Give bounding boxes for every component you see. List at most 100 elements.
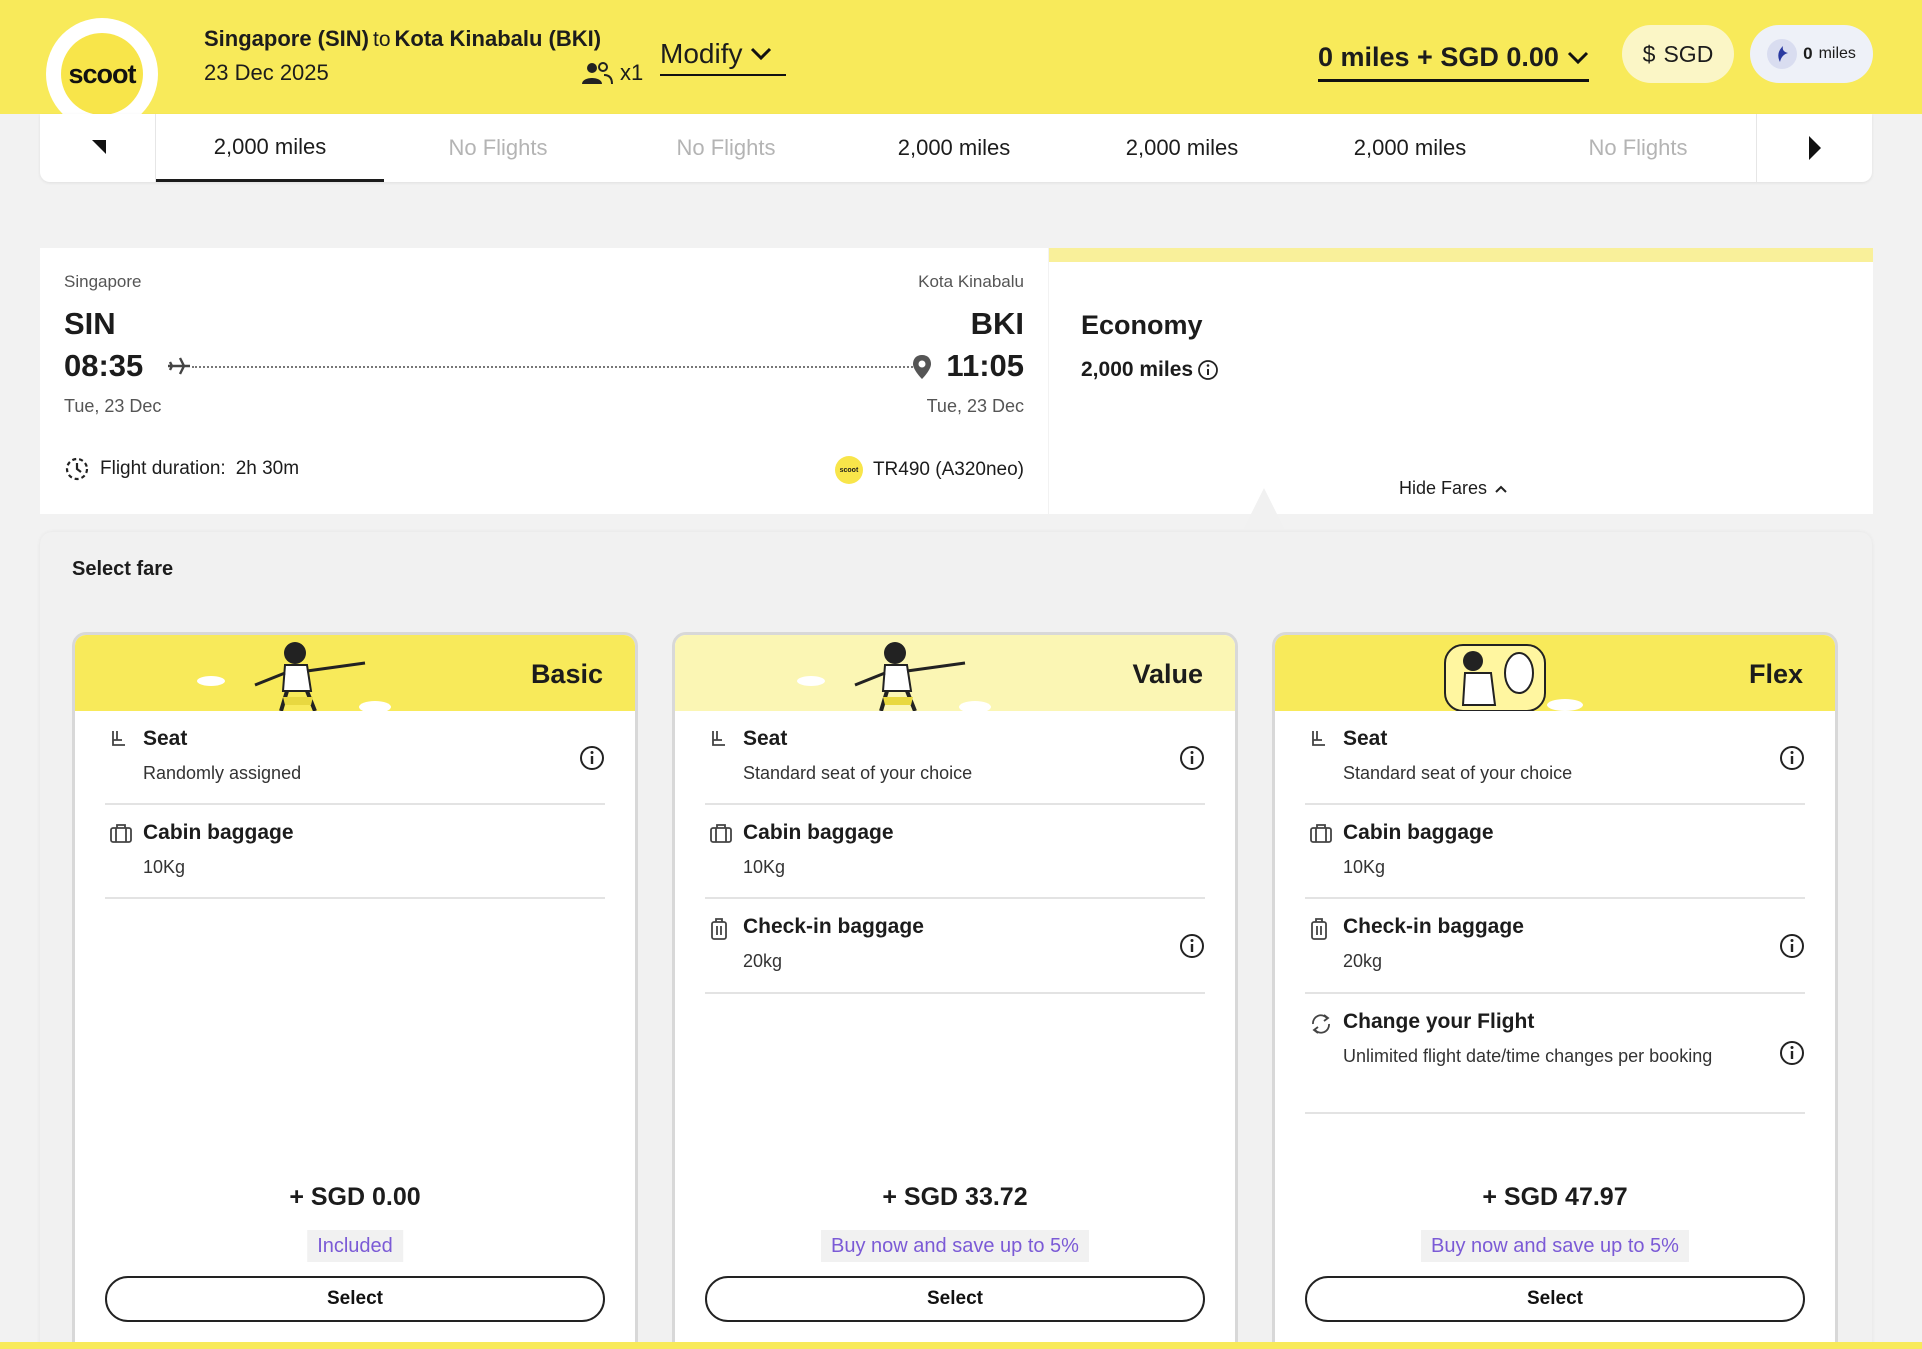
feature-desc: Randomly assigned	[143, 763, 302, 783]
destination-code: BKI	[970, 306, 1024, 341]
fare-name: Value	[1132, 659, 1203, 689]
modify-button[interactable]: Modify	[660, 38, 786, 76]
feature-title: Change your Flight	[1343, 1010, 1535, 1033]
route-summary: Singapore (SIN) to Kota Kinabalu (BKI)	[204, 26, 601, 52]
fare-header: Value	[675, 635, 1235, 711]
fare-card-flex[interactable]: Flex Seat Standard seat of your choice C…	[1272, 632, 1838, 1349]
feature-seat: Seat Standard seat of your choice	[1305, 711, 1805, 805]
chevron-down-icon	[1567, 51, 1588, 64]
fare-badge: Buy now and save up to 5%	[1421, 1230, 1689, 1262]
select-fare-button[interactable]: Select	[105, 1276, 605, 1322]
fare-name: Basic	[530, 659, 603, 689]
route-destination: Kota Kinabalu (BKI)	[394, 26, 602, 51]
route-origin: Singapore (SIN)	[204, 26, 370, 51]
hide-fares-label: Hide Fares	[1399, 478, 1488, 498]
info-icon[interactable]	[1779, 745, 1805, 771]
date-tab-2: No Flights	[448, 135, 548, 160]
feature-cabin-baggage: Cabin baggage 10Kg	[705, 805, 1205, 899]
duration-value: 2h 30m	[235, 458, 300, 479]
route-to-word: to	[373, 28, 391, 51]
fare-card-basic[interactable]: Basic Seat Randomly assigned Cabin bagga…	[72, 632, 638, 1349]
feature-title: Check-in baggage	[1343, 915, 1524, 938]
plane-icon	[168, 357, 190, 375]
departure-day: Tue, 23 Dec	[64, 396, 162, 416]
select-fare-panel: Select fare Basic Seat Randomly assigned	[40, 532, 1872, 1349]
fare-header: Flex	[1275, 635, 1835, 711]
cabin-bag-icon	[110, 824, 132, 843]
date-tab-1[interactable]: 2,000 miles	[156, 114, 384, 182]
date-tab-3: No Flights	[676, 135, 776, 160]
passengers-icon	[582, 62, 613, 85]
fare-price: + SGD 47.97	[1482, 1183, 1628, 1211]
arrow-right-icon	[1808, 136, 1821, 160]
currency-label: SGD	[1663, 40, 1714, 67]
krisflyer-miles-badge[interactable]: 0 miles	[1750, 25, 1873, 83]
fare-card-value[interactable]: Value Seat Standard seat of your choice …	[672, 632, 1238, 1349]
info-icon[interactable]	[1779, 1040, 1805, 1066]
fare-price: + SGD 0.00	[289, 1183, 421, 1211]
feature-title: Cabin baggage	[743, 821, 894, 844]
flight-details-card[interactable]: Singapore Kota Kinabalu SIN BKI 08:35 11…	[40, 248, 1048, 514]
flight-duration: Flight duration: 2h 30m	[64, 456, 299, 482]
traveller-illustration	[197, 642, 391, 711]
timer-icon	[65, 457, 89, 481]
feature-desc: 20kg	[1343, 951, 1383, 971]
chevron-up-icon	[1495, 485, 1507, 493]
pax-count-label: x1	[620, 60, 644, 85]
luggage-icon	[711, 918, 727, 940]
bottom-accent-strip	[0, 1342, 1922, 1349]
info-icon[interactable]	[1779, 933, 1805, 959]
feature-desc: Unlimited flight date/time changes per b…	[1343, 1046, 1713, 1066]
next-dates-button[interactable]	[1756, 114, 1872, 182]
modify-label: Modify	[660, 38, 743, 69]
info-icon[interactable]	[1197, 359, 1219, 381]
change-flight-icon	[1312, 1014, 1330, 1034]
feature-desc: 10Kg	[743, 857, 786, 877]
chevron-down-icon	[751, 47, 772, 61]
total-price: 0 miles + SGD 0.00	[1318, 42, 1559, 72]
passenger-count: x1	[580, 60, 643, 86]
traveller-seat-illustration	[1444, 644, 1583, 711]
fare-badge: Included	[307, 1230, 403, 1262]
feature-title: Seat	[743, 727, 788, 750]
feature-checkin-baggage: Check-in baggage 20kg	[1305, 899, 1805, 994]
date-tab-4[interactable]: 2,000 miles	[840, 114, 1068, 182]
feature-cabin-baggage: Cabin baggage 10Kg	[1305, 805, 1805, 899]
feature-title: Seat	[1343, 727, 1388, 750]
total-price-toggle[interactable]: 0 miles + SGD 0.00	[1318, 42, 1589, 82]
feature-desc: Standard seat of your choice	[743, 763, 973, 783]
fare-header: Basic	[75, 635, 635, 711]
luggage-icon	[1311, 918, 1327, 940]
hide-fares-button[interactable]: Hide Fares	[1399, 478, 1507, 499]
feature-title: Seat	[143, 727, 188, 750]
info-icon[interactable]	[1179, 933, 1205, 959]
date-tab-7: No Flights	[1588, 135, 1688, 160]
feature-desc: 10Kg	[1343, 857, 1386, 877]
economy-fare-card[interactable]: Economy 2,000 miles Hide Fares	[1049, 248, 1873, 514]
info-icon[interactable]	[1179, 745, 1205, 771]
feature-title: Cabin baggage	[1343, 821, 1494, 844]
select-fare-title: Select fare	[72, 558, 174, 580]
select-fare-button[interactable]: Select	[705, 1276, 1205, 1322]
feature-desc: 10Kg	[143, 857, 186, 877]
feature-change-flight: Change your Flight Unlimited flight date…	[1305, 994, 1805, 1114]
date-tab-5[interactable]: 2,000 miles	[1068, 114, 1296, 182]
fare-badge: Buy now and save up to 5%	[821, 1230, 1089, 1262]
prev-dates-button[interactable]	[40, 114, 156, 182]
flight-number-label: TR490 (A320neo)	[872, 459, 1024, 480]
select-fare-button[interactable]: Select	[1305, 1276, 1805, 1322]
seat-icon	[1312, 731, 1325, 746]
feature-desc: 20kg	[743, 951, 783, 971]
destination-city: Kota Kinabalu	[918, 272, 1024, 291]
logo-text: scoot	[61, 33, 143, 115]
info-icon[interactable]	[579, 745, 605, 771]
miles-balance: 0	[1803, 44, 1813, 63]
panel-pointer	[1242, 488, 1286, 532]
feature-desc: Standard seat of your choice	[1343, 763, 1573, 783]
feature-title: Cabin baggage	[143, 821, 294, 844]
feature-seat: Seat Randomly assigned	[105, 711, 605, 805]
date-tab-6[interactable]: 2,000 miles	[1296, 114, 1524, 182]
seat-icon	[712, 731, 725, 746]
dollar-icon: $	[1642, 40, 1656, 67]
currency-selector[interactable]: $ SGD	[1622, 25, 1734, 83]
